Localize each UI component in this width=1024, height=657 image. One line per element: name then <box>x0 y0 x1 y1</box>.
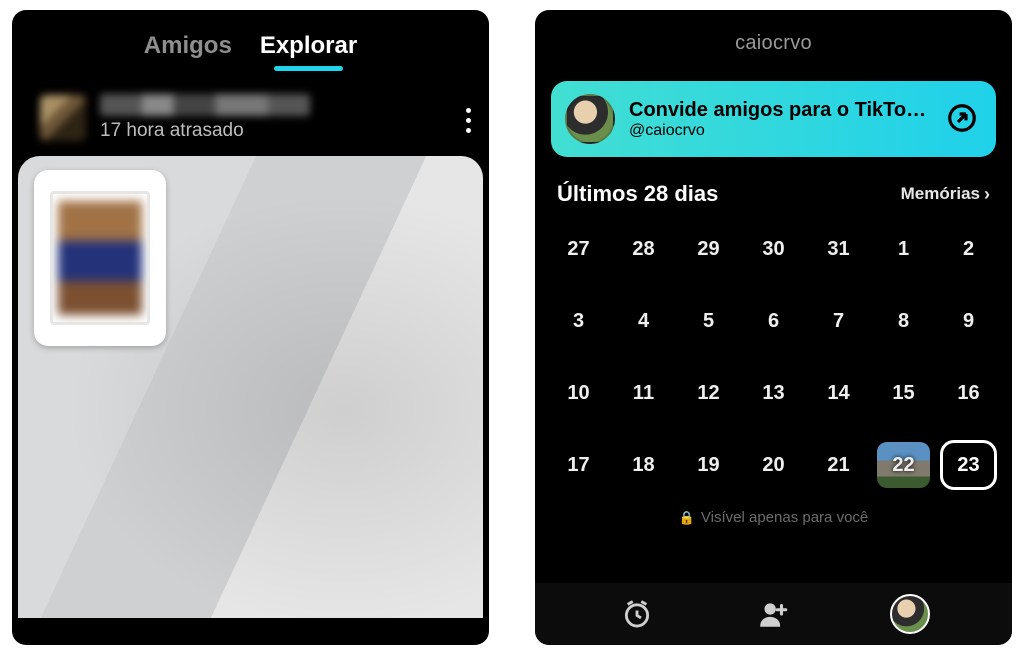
calendar-day[interactable]: 6 <box>744 295 803 347</box>
calendar-day[interactable]: 29 <box>679 223 738 275</box>
nav-clock[interactable] <box>615 592 659 636</box>
privacy-note: 🔒 Visível apenas para você <box>535 509 1012 526</box>
post-more-button[interactable] <box>466 108 471 133</box>
invite-handle: @caiocrvo <box>629 122 929 140</box>
privacy-text: Visível apenas para você <box>701 509 868 526</box>
section-title: Últimos 28 dias <box>557 181 718 207</box>
day-number: 3 <box>573 310 584 333</box>
post-time: 17 hora atrasado <box>100 120 310 142</box>
day-number: 16 <box>957 382 979 405</box>
tab-friends[interactable]: Amigos <box>144 32 232 68</box>
day-number: 19 <box>697 454 719 477</box>
day-number: 27 <box>567 238 589 261</box>
memories-label: Memórias <box>901 184 980 204</box>
calendar-day[interactable]: 19 <box>679 439 738 491</box>
day-number: 5 <box>703 310 714 333</box>
post-header: 17 hora atrasado <box>12 68 489 156</box>
tab-explore[interactable]: Explorar <box>260 32 357 68</box>
phone-profile: caiocrvo Convide amigos para o TikTok N.… <box>535 10 1012 645</box>
calendar-day[interactable]: 10 <box>549 367 608 419</box>
day-number: 17 <box>567 454 589 477</box>
day-number: 12 <box>697 382 719 405</box>
calendar-day[interactable]: 23 <box>939 439 998 491</box>
post-user-block: 17 hora atrasado <box>100 94 310 142</box>
day-number: 1 <box>898 238 909 261</box>
chevron-right-icon: › <box>984 184 990 205</box>
calendar-day[interactable]: 12 <box>679 367 738 419</box>
invite-title: Convide amigos para o TikTok N... <box>629 99 929 122</box>
day-number: 31 <box>827 238 849 261</box>
blurred-selfie <box>58 201 142 315</box>
day-number: 6 <box>768 310 779 333</box>
day-number: 8 <box>898 310 909 333</box>
day-number: 7 <box>833 310 844 333</box>
calendar-day[interactable]: 5 <box>679 295 738 347</box>
calendar-day[interactable]: 17 <box>549 439 608 491</box>
calendar-day[interactable]: 9 <box>939 295 998 347</box>
profile-username: caiocrvo <box>535 10 1012 55</box>
post-main-photo[interactable] <box>18 156 483 618</box>
calendar-day[interactable]: 27 <box>549 223 608 275</box>
calendar-day[interactable]: 14 <box>809 367 868 419</box>
post-username[interactable] <box>100 94 310 116</box>
lock-icon: 🔒 <box>679 510 695 526</box>
day-number: 22 <box>892 454 914 477</box>
day-number: 10 <box>567 382 589 405</box>
invite-avatar <box>565 94 615 144</box>
day-number: 21 <box>827 454 849 477</box>
memories-link[interactable]: Memórias › <box>901 184 990 205</box>
calendar-day[interactable]: 13 <box>744 367 803 419</box>
calendar-day[interactable]: 31 <box>809 223 868 275</box>
day-number: 30 <box>762 238 784 261</box>
feed-tabs: Amigos Explorar <box>12 10 489 68</box>
calendar-day[interactable]: 18 <box>614 439 673 491</box>
day-number: 14 <box>827 382 849 405</box>
more-icon <box>466 108 471 133</box>
nav-add-friend[interactable] <box>751 592 795 636</box>
phone-feed: Amigos Explorar 17 hora atrasado <box>12 10 489 645</box>
calendar-day[interactable]: 22 <box>874 439 933 491</box>
day-number: 13 <box>762 382 784 405</box>
today-ring <box>940 440 997 490</box>
post-avatar[interactable] <box>40 95 86 141</box>
calendar-day[interactable]: 11 <box>614 367 673 419</box>
bottom-nav <box>535 583 1012 645</box>
calendar-day[interactable]: 30 <box>744 223 803 275</box>
day-number: 28 <box>632 238 654 261</box>
calendar-day[interactable]: 2 <box>939 223 998 275</box>
day-number: 18 <box>632 454 654 477</box>
calendar-day[interactable]: 1 <box>874 223 933 275</box>
nav-avatar <box>890 594 930 634</box>
calendar-grid: 2728293031123456789101112131415161718192… <box>535 213 1012 491</box>
day-number: 4 <box>638 310 649 333</box>
day-number: 15 <box>892 382 914 405</box>
share-icon[interactable] <box>946 102 978 134</box>
calendar-day[interactable]: 20 <box>744 439 803 491</box>
day-number: 2 <box>963 238 974 261</box>
calendar-day[interactable]: 21 <box>809 439 868 491</box>
invite-card[interactable]: Convide amigos para o TikTok N... @caioc… <box>551 81 996 157</box>
day-number: 9 <box>963 310 974 333</box>
nav-profile[interactable] <box>888 592 932 636</box>
day-number: 11 <box>633 382 654 405</box>
calendar-day[interactable]: 3 <box>549 295 608 347</box>
calendar-day[interactable]: 15 <box>874 367 933 419</box>
calendar-day[interactable]: 16 <box>939 367 998 419</box>
post-selfie-inset[interactable] <box>34 170 166 346</box>
day-number: 29 <box>697 238 719 261</box>
calendar-day[interactable]: 28 <box>614 223 673 275</box>
calendar-day[interactable]: 7 <box>809 295 868 347</box>
day-number: 20 <box>762 454 784 477</box>
calendar-day[interactable]: 4 <box>614 295 673 347</box>
calendar-day[interactable]: 8 <box>874 295 933 347</box>
